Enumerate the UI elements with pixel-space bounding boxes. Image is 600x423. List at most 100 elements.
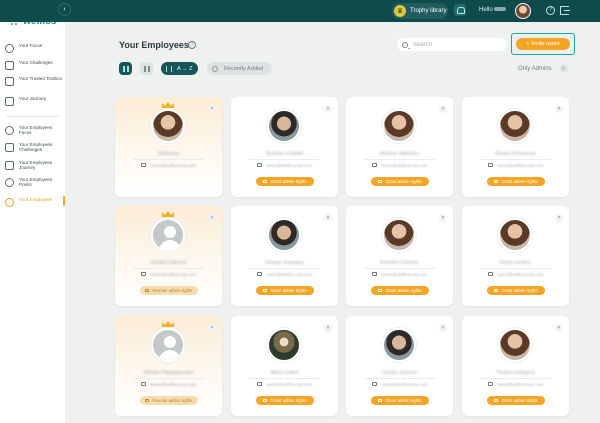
invite-users-button[interactable]: + Invite users — [516, 38, 570, 50]
award-icon — [5, 178, 14, 187]
remove-employee-button[interactable]: × — [324, 105, 332, 113]
help-icon[interactable]: ? — [546, 6, 555, 15]
avatar — [267, 328, 301, 362]
trophy-library-button[interactable]: ♛ Trophy library — [392, 3, 448, 19]
employee-card[interactable]: × Eleana Kleomenis name@wellicscorp.com Gra… — [462, 97, 569, 197]
employee-grid: × Marianna name@wellicscorp.com × Andreas Ko… — [115, 97, 570, 423]
email-row: name@wellicscorp.com — [257, 381, 317, 387]
employee-name: Antonia Valtetsiou — [379, 151, 420, 157]
employee-card[interactable]: × Orestis Ioannou name@wellicscorp.com Gran… — [346, 316, 453, 416]
remove-employee-button[interactable]: × — [439, 214, 447, 222]
grant-admin-rights-button[interactable]: Grant admin rights — [371, 286, 429, 295]
remove-employee-button[interactable]: × — [208, 105, 216, 113]
employee-card[interactable]: × Dimitris Ioannou name@wellicscorp.com Rev… — [115, 206, 222, 306]
grant-admin-rights-button[interactable]: Grant admin rights — [371, 396, 429, 405]
sidebar-divider — [6, 116, 59, 117]
avatar — [267, 218, 301, 252]
employee-card[interactable]: × Maria Lavidou name@wellicscorp.com Grant … — [462, 206, 569, 306]
search-input[interactable] — [413, 41, 503, 48]
remove-employee-button[interactable]: × — [555, 324, 563, 332]
employee-card[interactable]: × Andreas Kontidis name@wellicscorp.com Gra… — [231, 97, 338, 197]
employee-card[interactable]: × Nikos Ioakim name@wellicscorp.com Grant a… — [231, 316, 338, 416]
crown-icon — [162, 211, 174, 217]
grant-admin-rights-button[interactable]: Grant admin rights — [487, 396, 545, 405]
employee-email: name@wellicscorp.com — [497, 162, 544, 168]
list-view-button[interactable] — [140, 62, 153, 75]
employee-email: name@wellicscorp.com — [266, 271, 313, 277]
sidebar-item-your-challenges[interactable]: Your Challenges — [0, 60, 65, 70]
remove-employee-button[interactable]: × — [208, 214, 216, 222]
grant-admin-rights-button[interactable]: Grant admin rights — [371, 177, 429, 186]
sidebar-item-your-trusted-toolbox[interactable]: Your Trusted Toolbox — [0, 76, 65, 86]
crown-icon — [162, 102, 174, 108]
sidebar-item-your-journey[interactable]: Your Journey — [0, 96, 65, 106]
grant-admin-rights-button[interactable]: Grant admin rights — [256, 286, 314, 295]
sidebar-item-your-focus[interactable]: Your Focus — [0, 43, 65, 53]
recently-added-button[interactable]: Recently Added — [207, 62, 272, 75]
only-admins-label: Only Admins — [518, 66, 552, 72]
remove-employee-button[interactable]: × — [324, 214, 332, 222]
employee-card[interactable]: × George Georgiou name@wellicscorp.com Gran… — [231, 206, 338, 306]
mail-icon — [488, 272, 493, 276]
grid-view-button[interactable] — [119, 62, 132, 75]
remove-employee-button[interactable]: × — [555, 214, 563, 222]
mail-icon — [141, 163, 146, 167]
employee-card[interactable]: × Pavlina Kalogera name@wellicscorp.com Gra… — [462, 316, 569, 416]
sidebar-item-your-employees-focus[interactable]: Your Employees Focus — [0, 125, 65, 136]
target-icon — [5, 44, 14, 53]
info-icon[interactable]: i — [188, 41, 196, 49]
card-divider — [249, 378, 320, 379]
admin-icon — [378, 180, 383, 183]
remove-employee-button[interactable]: × — [324, 324, 332, 332]
employee-card[interactable]: × Katerina Christou name@wellicscorp.com Gr… — [346, 206, 453, 306]
sidebar-item-label: Your Employees Points — [19, 177, 53, 188]
employee-email: name@wellicscorp.com — [497, 271, 544, 277]
logout-icon[interactable] — [560, 6, 570, 15]
employee-name: Katerina Christou — [380, 260, 419, 266]
card-divider — [249, 268, 320, 269]
revoke-admin-rights-button[interactable]: Revoke admin rights — [140, 396, 198, 405]
remove-employee-button[interactable]: × — [439, 324, 447, 332]
remove-employee-button[interactable]: × — [208, 324, 216, 332]
card-divider — [133, 159, 204, 160]
avatar — [382, 328, 416, 362]
employee-card[interactable]: × Marianna name@wellicscorp.com — [115, 97, 222, 197]
avatar — [151, 109, 185, 143]
email-row: name@wellicscorp.com — [372, 162, 432, 168]
users-icon — [5, 198, 14, 207]
sidebar-item-your-employees[interactable]: Your Employees — [0, 196, 65, 207]
sidebar-item-label: Your Employees Focus — [19, 125, 53, 136]
notifications-icon[interactable] — [454, 4, 466, 16]
sidebar-item-your-employees-journey[interactable]: Your Employees Journey — [0, 160, 65, 171]
grant-admin-rights-button[interactable]: Grant admin rights — [487, 286, 545, 295]
card-divider — [249, 159, 320, 160]
admin-icon — [378, 399, 383, 402]
remove-employee-button[interactable]: × — [555, 105, 563, 113]
grant-admin-rights-button[interactable]: Grant admin rights — [487, 177, 545, 186]
chart-icon — [5, 97, 14, 106]
admin-rights-label: Revoke admin rights — [152, 288, 193, 293]
employee-card[interactable]: × Antonia Valtetsiou name@wellicscorp.com G… — [346, 97, 453, 197]
admin-rights-label: Grant admin rights — [385, 398, 422, 403]
admin-icon — [145, 399, 150, 402]
card-divider — [480, 159, 551, 160]
employee-name: Nikos Ioakim — [270, 370, 299, 376]
only-admins-toggle[interactable] — [559, 64, 569, 73]
collapse-sidebar-button[interactable]: ‹ — [58, 3, 71, 16]
employee-card[interactable]: × Nikolas Papadopoulos name@wellicscorp.co… — [115, 316, 222, 416]
revoke-admin-rights-button[interactable]: Revoke admin rights — [140, 286, 198, 295]
card-divider — [364, 378, 435, 379]
mail-icon — [141, 272, 146, 276]
grant-admin-rights-button[interactable]: Grant admin rights — [256, 177, 314, 186]
search-field[interactable] — [397, 38, 507, 51]
remove-employee-button[interactable]: × — [439, 105, 447, 113]
clock-icon — [212, 65, 218, 72]
sidebar-item-your-employees-challenges[interactable]: Your Employees Challenges — [0, 142, 65, 153]
user-avatar[interactable] — [515, 3, 531, 19]
employee-name: Orestis Ioannou — [381, 370, 418, 376]
sort-az-button[interactable]: A → Z — [161, 62, 198, 75]
grant-admin-rights-button[interactable]: Grant admin rights — [256, 396, 314, 405]
sidebar-item-your-employees-points[interactable]: Your Employees Points — [0, 177, 65, 188]
sidebar: wellics Your Focus Your Challenges Your … — [0, 0, 65, 423]
avatar — [382, 109, 416, 143]
